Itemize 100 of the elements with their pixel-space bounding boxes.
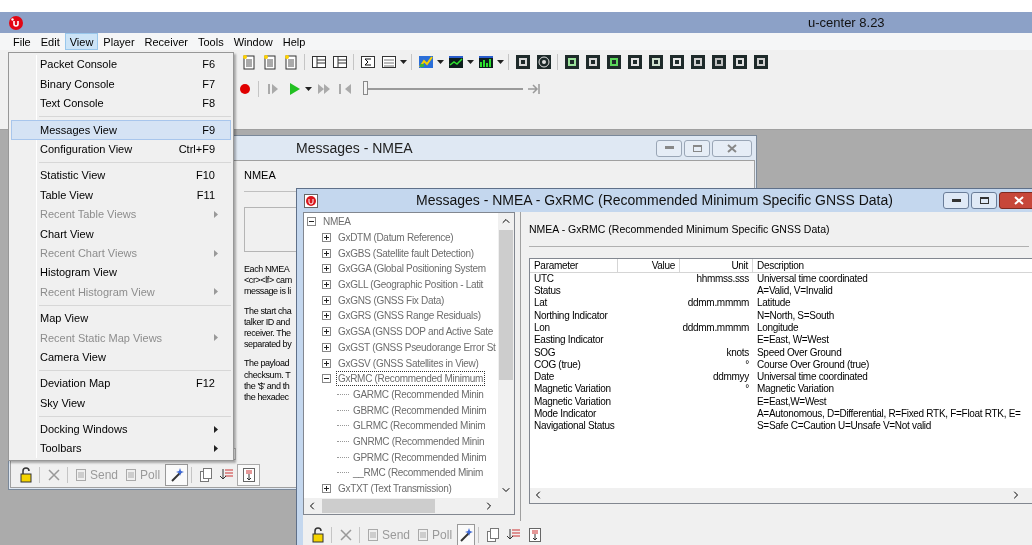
minimize-icon	[951, 198, 961, 203]
menu-item[interactable]: Toolbars	[11, 439, 231, 459]
table-cell: hhmmss.sss	[696, 272, 749, 286]
menu-item[interactable]: Binary Console F7	[11, 74, 231, 94]
expand-icon[interactable]	[322, 248, 331, 258]
tree-item[interactable]: GxTXT (Text Transmission)	[336, 481, 454, 497]
column-header[interactable]: Value	[618, 258, 680, 273]
menu-item[interactable]: Chart View	[11, 224, 231, 244]
menu-item[interactable]: Packet Console F6	[11, 55, 231, 75]
expand-icon[interactable]	[322, 358, 331, 368]
menu-item[interactable]: Map View	[11, 308, 231, 329]
minimize-button[interactable]	[943, 192, 969, 209]
tree-item[interactable]: __RMC (Recommended Minim	[351, 465, 486, 481]
menu-item[interactable]: Table View F11	[11, 185, 231, 205]
table-cell: Lon	[534, 321, 550, 333]
menu-bar-item[interactable]: View	[64, 33, 99, 50]
table-cell: ddmmyy	[713, 371, 749, 384]
table-cell: Longitude	[757, 321, 799, 333]
document-icon	[124, 467, 139, 482]
column-header[interactable]: Unit	[680, 258, 753, 273]
menu-item[interactable]: Sky View	[11, 393, 231, 413]
collapse-icon[interactable]	[307, 217, 316, 227]
tree-item[interactable]: GxGLL (Geographic Position - Latit	[336, 277, 486, 293]
tree-item[interactable]: GxGGA (Global Positioning System	[336, 261, 488, 277]
app-icon	[304, 193, 318, 208]
tree-item[interactable]: GLRMC (Recommended Minim	[351, 418, 488, 434]
minimize-icon	[664, 146, 674, 150]
tree-item[interactable]: GBRMC (Recommended Minim	[351, 402, 489, 418]
menu-item[interactable]: Histogram View	[11, 262, 231, 283]
submenu-arrow-icon	[214, 425, 218, 433]
expand-icon[interactable]	[322, 311, 331, 321]
scrollbar-thumb[interactable]	[322, 499, 435, 513]
horizontal-scrollbar[interactable]	[530, 487, 1032, 503]
table-cell: °	[745, 383, 749, 396]
tree-item[interactable]: NMEA	[321, 214, 353, 230]
table-cell: Speed Over Ground	[757, 346, 842, 358]
wand-icon[interactable]	[457, 523, 476, 545]
submenu-arrow-icon	[214, 249, 218, 257]
tree-item[interactable]: GxGNS (GNSS Fix Data)	[336, 292, 446, 308]
tree-item[interactable]: GxGRS (GNSS Range Residuals)	[336, 308, 483, 324]
menu-bar-item[interactable]: Window	[228, 33, 278, 50]
window-title: Messages - NMEA	[296, 138, 413, 158]
app-title: u-center 8.23	[808, 13, 885, 32]
description-paragraph: The payload checksum. T the '$' and th the hexadec	[244, 358, 292, 404]
menu-item[interactable]: Text Console F8	[11, 93, 231, 114]
tree-item[interactable]: GxGBS (Satellite fault Detection)	[336, 245, 476, 261]
expand-icon[interactable]	[322, 280, 331, 290]
tree-item[interactable]: GxDTM (Datum Reference)	[336, 230, 456, 246]
menu-bar-item[interactable]: Receiver	[139, 33, 193, 50]
tree-item[interactable]: GxGST (GNSS Pseudorange Error St	[336, 339, 498, 355]
tree-item[interactable]: GxGSA (GNSS DOP and Active Sate	[336, 324, 496, 340]
maximize-button[interactable]	[971, 192, 997, 209]
expand-icon[interactable]	[322, 484, 331, 494]
tree-item[interactable]: GxGSV (GNSS Satellites in View)	[336, 355, 481, 371]
wand-icon[interactable]	[165, 463, 189, 486]
tree-item[interactable]: GPRMC (Recommended Minim	[351, 449, 489, 465]
table-cell: COG (true)	[534, 358, 581, 370]
menu-bar-item[interactable]: File	[8, 33, 36, 50]
menu-item[interactable]: Camera View	[11, 347, 231, 367]
menu-item[interactable]: Messages View F9	[11, 120, 231, 140]
table-cell: Latitude	[757, 297, 791, 309]
expand-icon[interactable]	[322, 264, 331, 274]
expand-icon[interactable]	[322, 327, 331, 337]
menu-item[interactable]: Statistic View F10	[11, 165, 231, 186]
table-cell: Magnetic Variation	[757, 383, 834, 395]
close-button[interactable]	[999, 192, 1032, 209]
tree-item[interactable]: GNRMC (Recommended Minin	[351, 433, 487, 449]
column-header[interactable]: Description	[753, 258, 1032, 273]
section-heading: NMEA	[244, 168, 277, 182]
playback-slider[interactable]	[363, 81, 523, 97]
tree-item[interactable]: GxRMC (Recommended Minimum	[336, 371, 485, 387]
table-cell: Universal time coordinated	[757, 272, 868, 284]
menu-item[interactable]: Deviation Map F12	[11, 373, 231, 394]
menu-item[interactable]: Docking Windows	[11, 419, 231, 440]
menu-bar-item[interactable]: Tools	[192, 33, 229, 50]
document-icon	[74, 467, 88, 482]
expand-icon[interactable]	[322, 295, 331, 305]
column-header[interactable]: Parameter	[530, 258, 618, 273]
table-cell: N=North, S=South	[757, 309, 834, 321]
table-cell: knots	[726, 346, 749, 359]
vertical-scrollbar[interactable]	[498, 213, 514, 498]
menu-item[interactable]: Configuration View Ctrl+F9	[11, 139, 231, 159]
collapse-icon[interactable]	[322, 374, 331, 384]
expand-icon[interactable]	[322, 342, 331, 352]
menu-bar-item[interactable]: Player	[98, 33, 140, 50]
table-cell: Magnetic Variation	[534, 395, 611, 407]
tree-item[interactable]: GARMC (Recommended Minin	[351, 386, 486, 402]
table-cell: A=Autonomous, D=Differential, R=Fixed RTK, F=Float RTK, E=	[757, 408, 1021, 419]
menu-bar-item[interactable]: Edit	[35, 33, 65, 50]
description-paragraph: Each NMEA <cr><lf> cam message is li	[244, 264, 293, 298]
table-cell: dddmm.mmmm	[682, 321, 749, 335]
close-icon	[727, 143, 737, 153]
scrollbar-thumb[interactable]	[499, 230, 513, 380]
submenu-arrow-icon	[214, 445, 218, 453]
table-cell: E=East, W=West	[757, 334, 829, 346]
table-cell: ddmm.mmmm	[687, 297, 749, 310]
menu-bar-item[interactable]: Help	[277, 33, 311, 50]
table-cell: Date	[534, 371, 554, 383]
expand-icon[interactable]	[322, 233, 331, 243]
message-header: NMEA - GxRMC (Recommended Minimum Specific GNSS Data)	[529, 222, 831, 237]
